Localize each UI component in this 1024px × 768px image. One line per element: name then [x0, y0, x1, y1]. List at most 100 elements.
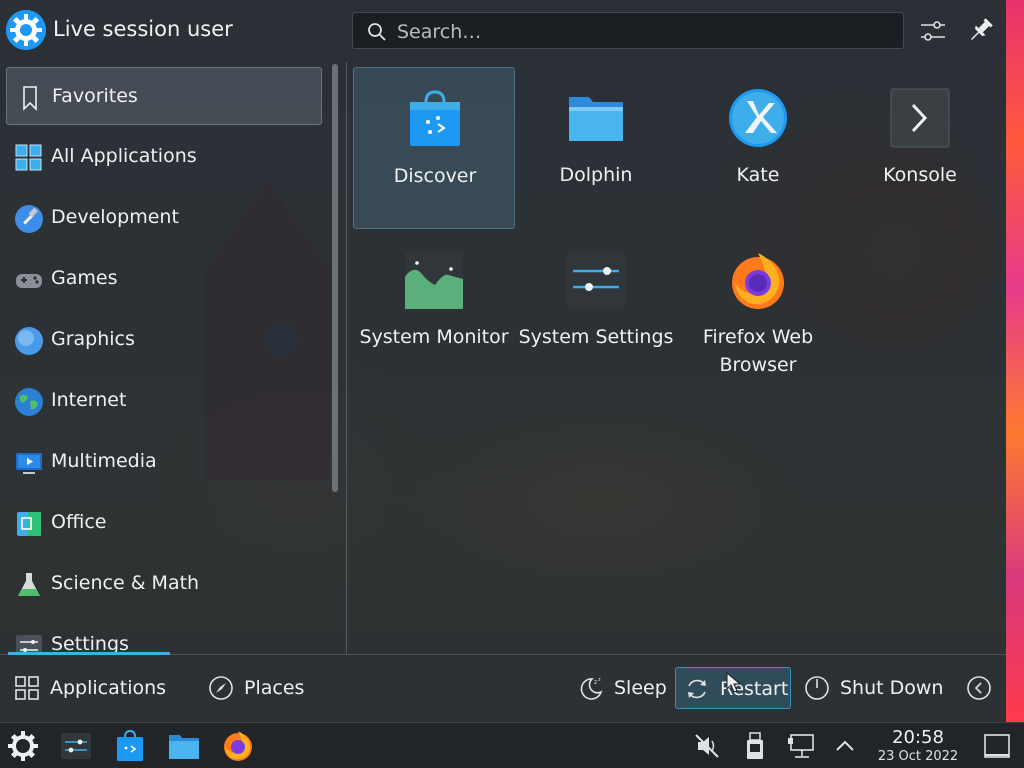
sidebar-item-label: Graphics [51, 328, 135, 350]
removable-devices-button[interactable] [738, 729, 772, 763]
system-settings-icon [565, 249, 627, 311]
app-name: Dolphin [559, 164, 633, 186]
search-input[interactable] [395, 15, 889, 48]
taskbar-firefox[interactable] [221, 729, 255, 763]
launcher-button[interactable] [6, 729, 40, 763]
launcher-header: Live session user [0, 0, 1006, 62]
compass-icon [208, 675, 234, 701]
kde-gear-icon [8, 731, 38, 761]
more-actions-button[interactable] [958, 667, 1002, 709]
sidebar-item-development[interactable]: Development [6, 189, 322, 247]
office-icon [14, 509, 44, 539]
app-tile-discover[interactable]: Discover [353, 67, 515, 229]
favorites-grid: Discover Dolphin Kate Konsole System Mon… [352, 66, 1002, 654]
search-field[interactable] [352, 12, 904, 49]
power-icon [804, 675, 830, 701]
sidebar-scrollbar[interactable] [332, 64, 338, 492]
firefox-icon [224, 731, 252, 761]
sidebar-item-graphics[interactable]: Graphics [6, 311, 322, 369]
username-label: Live session user [53, 17, 233, 41]
pin-button[interactable] [963, 14, 997, 48]
taskbar-dolphin[interactable] [167, 729, 201, 763]
sidebar-item-label: Settings [51, 633, 129, 654]
pin-icon [971, 18, 993, 40]
sidebar-item-label: Favorites [52, 85, 138, 107]
sidebar-item-all-applications[interactable]: All Applications [6, 128, 322, 186]
taskbar: 20:58 23 Oct 2022 [0, 722, 1024, 768]
taskbar-discover[interactable] [113, 729, 147, 763]
show-desktop-button[interactable] [980, 729, 1014, 763]
app-tile-kate[interactable]: Kate [677, 67, 839, 229]
discover-icon [404, 88, 466, 150]
kde-gear-icon [6, 10, 46, 50]
sidebar-item-games[interactable]: Games [6, 250, 322, 308]
mouse-cursor-icon [726, 672, 742, 693]
terminal-icon [889, 87, 951, 149]
configure-button[interactable] [916, 14, 950, 48]
speaker-muted-icon [695, 734, 719, 758]
app-name: Kate [736, 164, 780, 186]
clock-time[interactable]: 20:58 [874, 727, 962, 748]
flask-icon [14, 570, 44, 600]
sliders-icon [921, 21, 945, 41]
app-tile-system-settings[interactable]: System Settings [515, 229, 677, 391]
system-monitor-icon [403, 249, 465, 311]
globe-icon [14, 387, 44, 417]
app-name: System Monitor [359, 326, 509, 348]
grid-icon [14, 143, 44, 173]
app-tile-konsole[interactable]: Konsole [839, 67, 1001, 229]
app-name: System Settings [518, 326, 674, 348]
tab-indicator [8, 652, 170, 655]
tab-applications[interactable]: Applications [6, 667, 178, 709]
sleep-button[interactable]: zz Sleep [570, 667, 674, 709]
tab-label: Applications [50, 677, 167, 699]
sidebar-item-label: Development [51, 206, 179, 228]
sidebar-item-office[interactable]: Office [6, 494, 322, 552]
svg-text:z: z [594, 679, 597, 686]
sidebar-item-multimedia[interactable]: Multimedia [6, 433, 322, 491]
launcher-footer: Applications Places zz Sleep Restart Shu… [0, 654, 1006, 722]
shutdown-button[interactable]: Shut Down [796, 667, 956, 709]
clock-date[interactable]: 23 Oct 2022 [868, 749, 968, 764]
sidebar-item-label: Office [51, 511, 107, 533]
chevron-up-icon [836, 740, 854, 751]
sidebar-item-favorites[interactable]: Favorites [6, 67, 322, 125]
sidebar-item-label: Multimedia [51, 450, 157, 472]
folder-icon [169, 735, 199, 759]
button-label: Sleep [614, 677, 667, 699]
usb-drive-icon [747, 732, 763, 759]
app-tile-dolphin[interactable]: Dolphin [515, 67, 677, 229]
show-desktop-icon [984, 734, 1010, 758]
system-tray-expand-button[interactable] [828, 729, 862, 763]
gamepad-icon [14, 265, 44, 295]
moon-icon: zz [578, 675, 604, 701]
network-wired-icon [788, 734, 814, 758]
app-name: Firefox Web Browser [702, 326, 814, 376]
chevron-left-circle-icon [966, 675, 992, 701]
settings-icon [14, 631, 44, 654]
volume-muted-button[interactable] [690, 729, 724, 763]
sidebar-item-label: Science & Math [51, 572, 200, 594]
folder-icon [565, 87, 627, 149]
sidebar-item-settings[interactable]: Settings [6, 616, 322, 654]
sidebar-item-science-math[interactable]: Science & Math [6, 555, 322, 613]
hammer-icon [14, 204, 44, 234]
button-label: Shut Down [840, 677, 944, 699]
system-settings-icon [61, 733, 91, 759]
app-tile-system-monitor[interactable]: System Monitor [353, 229, 515, 391]
tab-label: Places [244, 677, 305, 699]
restart-icon [684, 676, 710, 702]
taskbar-system-settings[interactable] [59, 729, 93, 763]
sidebar-item-label: All Applications [51, 145, 197, 167]
application-launcher: Live session user Search… Favorites All … [0, 0, 1006, 722]
sidebar-item-internet[interactable]: Internet [6, 372, 322, 430]
grid-icon [14, 675, 40, 701]
category-sidebar: Favorites All Applications Development G… [0, 62, 346, 654]
avatar[interactable] [6, 10, 46, 50]
network-button[interactable] [785, 729, 819, 763]
tab-places[interactable]: Places [200, 667, 320, 709]
discover-icon [117, 729, 143, 761]
wallpaper-edge [1006, 0, 1024, 722]
sidebar-divider [346, 62, 347, 654]
app-tile-firefox[interactable]: Firefox Web Browser [677, 229, 839, 391]
